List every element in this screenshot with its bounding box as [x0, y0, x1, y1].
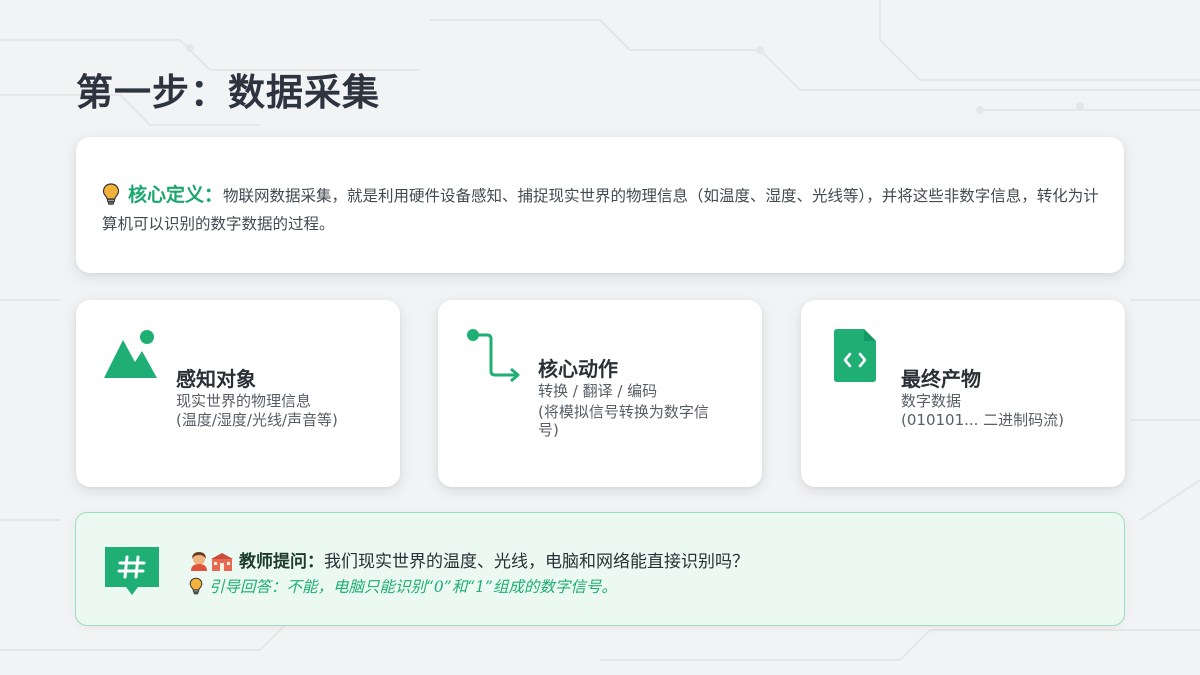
card-line: (将模拟信号转换为数字信	[538, 403, 709, 421]
teacher-question-card: 教师提问：我们现实世界的温度、光线，电脑和网络能直接识别吗？ 引导回答：不能，电…	[75, 512, 1125, 626]
core-action-card: 核心动作 转换 / 翻译 / 编码 (将模拟信号转换为数字信 号)	[438, 300, 762, 487]
question-line: 教师提问：我们现实世界的温度、光线，电脑和网络能直接识别吗？	[189, 547, 749, 572]
card-title: 感知对象	[176, 367, 256, 391]
card-title: 核心动作	[538, 357, 618, 381]
final-product-card: 最终产物 数字数据 (010101... 二进制码流)	[801, 300, 1125, 487]
slide: 第一步：数据采集 核心定义：物联网数据采集，就是利用硬件设备感知、捕捉现实世界的…	[0, 0, 1200, 675]
school-icon	[211, 553, 233, 571]
flow-arrow-icon	[467, 329, 520, 383]
card-line: 数字数据	[901, 392, 962, 410]
card-title: 最终产物	[901, 367, 981, 391]
mountain-image-icon	[104, 330, 157, 378]
perception-target-card: 感知对象 现实世界的物理信息 (温度/湿度/光线/声音等)	[76, 300, 400, 487]
teacher-icon	[191, 552, 207, 571]
card-line: (温度/湿度/光线/声音等)	[176, 411, 338, 429]
lightbulb-icon	[102, 183, 120, 205]
definition-text: 物联网数据采集，就是利用硬件设备感知、捕捉现实世界的物理信息（如温度、湿度、光线…	[102, 187, 1099, 233]
card-line: 现实世界的物理信息	[176, 392, 312, 410]
definition-label: 核心定义：	[128, 184, 224, 206]
card-line: 号)	[538, 421, 559, 439]
question-label: 教师提问：	[239, 552, 324, 572]
hashtag-icon	[105, 547, 159, 595]
question-text: 我们现实世界的温度、光线，电脑和网络能直接识别吗？	[324, 552, 749, 572]
lightbulb-icon	[189, 577, 203, 595]
definition-card: 核心定义：物联网数据采集，就是利用硬件设备感知、捕捉现实世界的物理信息（如温度、…	[76, 137, 1124, 273]
code-file-icon	[834, 329, 876, 382]
answer-text: 引导回答：不能，电脑只能识别“0”和“1”组成的数字信号。	[209, 578, 617, 596]
answer-line: 引导回答：不能，电脑只能识别“0”和“1”组成的数字信号。	[189, 575, 617, 597]
definition-text-block: 核心定义：物联网数据采集，就是利用硬件设备感知、捕捉现实世界的物理信息（如温度、…	[102, 181, 1102, 238]
card-line: 转换 / 翻译 / 编码	[538, 382, 658, 400]
page-title: 第一步：数据采集	[76, 70, 380, 114]
card-line: (010101... 二进制码流)	[901, 411, 1065, 429]
